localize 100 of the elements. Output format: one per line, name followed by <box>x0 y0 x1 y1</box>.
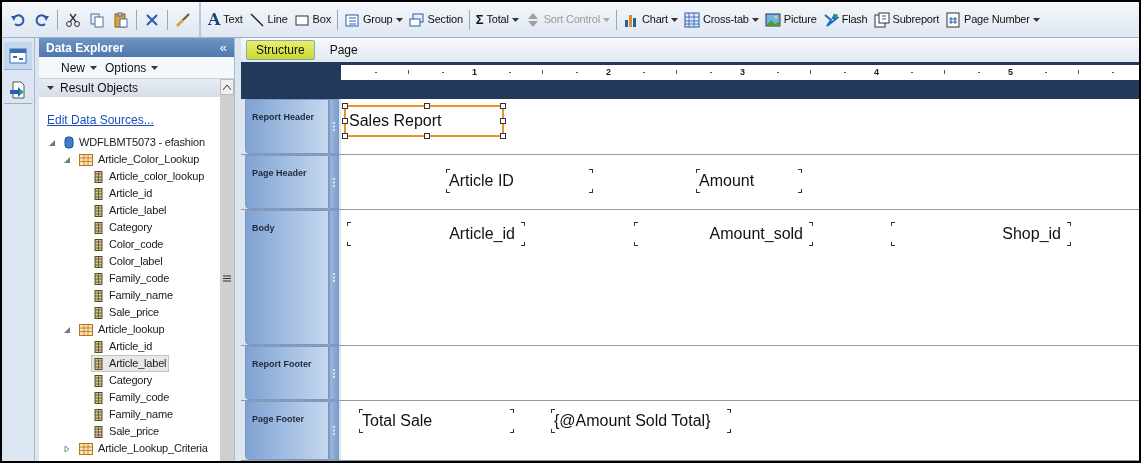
section-canvas[interactable]: Article_id Amount_sold Shop_id <box>341 210 1139 345</box>
insert-tool-button[interactable]: Cross-tab <box>680 7 762 32</box>
undo-icon <box>10 11 26 28</box>
column-icon <box>94 391 104 404</box>
insert-tool-button[interactable]: Group <box>340 7 406 32</box>
view-tab[interactable]: Page <box>320 40 367 60</box>
edit-data-sources-link[interactable]: Edit Data Sources... <box>47 113 154 127</box>
grip-icon[interactable] <box>223 274 231 282</box>
section-band[interactable]: Body <box>245 210 329 345</box>
tree-item[interactable]: Sale_price <box>91 304 162 321</box>
tree-item[interactable]: Category <box>91 219 156 236</box>
report-field[interactable]: Total Sale <box>359 409 514 433</box>
section-header[interactable]: Result Objects <box>39 79 220 97</box>
tree-item[interactable]: Article_id <box>91 185 156 202</box>
tree-item[interactable]: Category <box>91 372 156 389</box>
insert-tool-button[interactable]: Section <box>405 7 466 32</box>
caret-icon <box>395 17 403 22</box>
section-grip[interactable] <box>329 346 339 400</box>
insert-tool-button[interactable]: Line <box>245 7 291 32</box>
group-icon <box>343 11 360 28</box>
scroll-up-icon[interactable] <box>223 84 231 90</box>
column-icon <box>94 357 104 370</box>
section-band[interactable]: Page Footer <box>245 401 329 460</box>
ruler-number: 5 <box>1008 66 1013 79</box>
section-grip[interactable] <box>329 155 339 209</box>
tree-item[interactable]: Sale_price <box>91 423 162 440</box>
menu-button[interactable]: New <box>61 58 97 77</box>
insert-tool-button[interactable]: Picture <box>761 7 820 32</box>
section-canvas[interactable]: Total Sale {@Amount Sold Total} <box>341 401 1139 460</box>
tree-item[interactable]: Article_Color_Lookup <box>76 151 203 168</box>
tree-item[interactable]: Article_id <box>91 338 156 355</box>
table-icon <box>79 442 93 455</box>
line-icon <box>248 11 265 28</box>
tree-item[interactable]: Family_code <box>91 389 173 406</box>
document-arrow-icon <box>9 80 27 99</box>
tree-item[interactable]: Article_Lookup_Criteria <box>76 440 211 457</box>
tree-item[interactable]: Article_label <box>91 202 170 219</box>
ruler-number: 1 <box>472 66 477 79</box>
data-explorer-tab[interactable] <box>4 42 32 70</box>
redo-icon <box>34 11 50 28</box>
insert-tool-button[interactable]: Subreport <box>870 7 943 32</box>
scissors-icon <box>65 11 81 28</box>
caret-icon <box>90 65 97 70</box>
tree-item[interactable]: Article_lookup <box>76 321 168 338</box>
column-icon <box>94 340 104 353</box>
section-canvas[interactable]: Sales Report <box>341 99 1139 154</box>
column-icon <box>94 272 104 285</box>
report-field[interactable]: Amount_sold <box>634 222 813 246</box>
report-field[interactable]: Amount <box>696 169 802 193</box>
section-grip[interactable] <box>329 401 339 460</box>
expander-toggle[interactable] <box>62 443 72 454</box>
section-band[interactable]: Page Header <box>245 155 329 209</box>
insert-tool-button[interactable]: A Text <box>205 7 246 32</box>
column-icon <box>94 255 104 268</box>
flash-icon <box>822 11 839 28</box>
insert-tool-button[interactable]: Chart <box>620 7 681 32</box>
section-band[interactable]: Report Footer <box>245 346 329 400</box>
column-icon <box>94 221 104 234</box>
column-icon <box>94 187 104 200</box>
tree-item[interactable]: Article_label <box>91 355 170 372</box>
insert-tool-button[interactable]: Box <box>290 7 334 32</box>
report-field[interactable]: Shop_id <box>891 222 1071 246</box>
window-icon <box>9 47 27 64</box>
tree-item[interactable]: Color_code <box>91 236 167 253</box>
view-tab[interactable]: Structure <box>246 40 315 60</box>
report-field[interactable]: Article_id <box>347 222 525 246</box>
caret-icon <box>603 17 610 22</box>
caret-icon <box>151 65 159 70</box>
menu-button[interactable]: Options <box>105 58 159 77</box>
panel-title: Data Explorer <box>46 39 125 57</box>
tree-item[interactable]: Color_label <box>91 253 166 270</box>
report-field[interactable]: Sales Report <box>344 105 504 137</box>
section-grip[interactable] <box>329 210 339 345</box>
column-icon <box>94 408 104 421</box>
insert-tool-button[interactable]: Page Number <box>942 7 1043 32</box>
caret-icon <box>1032 17 1040 22</box>
tree-item[interactable]: WDFLBMT5073 - efashion <box>61 134 208 151</box>
tree-item[interactable]: Family_code <box>91 270 173 287</box>
section-label: Page Footer <box>252 414 304 424</box>
insert-tool-button[interactable]: Flash <box>819 7 871 32</box>
caret-icon <box>47 86 54 90</box>
tree-item[interactable]: Article_color_lookup <box>91 168 208 185</box>
section-label: Body <box>252 223 275 233</box>
section-canvas[interactable]: Article ID Amount <box>341 155 1139 209</box>
scrollbar[interactable] <box>220 79 234 461</box>
column-icon <box>94 170 104 183</box>
page-number-icon <box>945 11 962 28</box>
section-icon <box>408 11 425 28</box>
report-field[interactable]: Article ID <box>446 169 593 193</box>
ruler-number: 2 <box>606 66 611 79</box>
insert-tool-button[interactable]: Σ Total <box>472 7 522 32</box>
section-band[interactable]: Report Header <box>245 99 329 154</box>
subreport-icon <box>873 11 890 28</box>
tree-item[interactable]: Family_name <box>91 406 176 423</box>
report-field[interactable]: {@Amount Sold Total} <box>551 409 731 433</box>
column-icon <box>94 289 104 302</box>
section-grip[interactable] <box>329 99 339 154</box>
tree-item[interactable]: Family_name <box>91 287 176 304</box>
collapse-button[interactable]: « <box>219 41 227 54</box>
column-icon <box>94 306 104 319</box>
